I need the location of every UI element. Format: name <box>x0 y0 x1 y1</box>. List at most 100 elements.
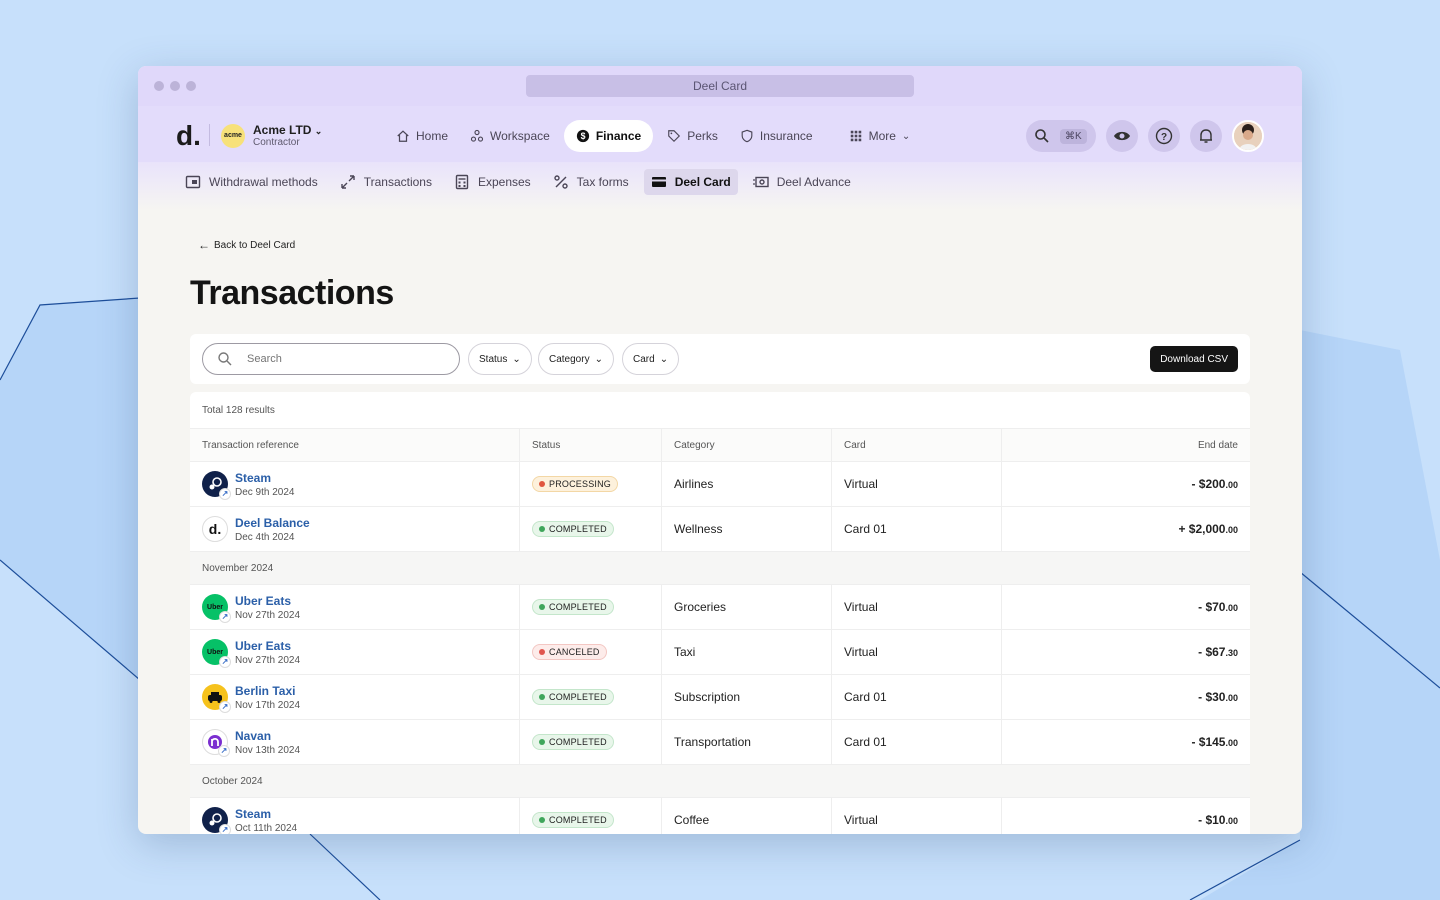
category-cell: Transportation <box>662 720 832 764</box>
subnav-expenses[interactable]: Expenses <box>447 169 538 195</box>
outgoing-arrow-icon: ↗ <box>218 745 230 757</box>
card-filter[interactable]: Card ⌄ <box>622 343 680 375</box>
card-cell: Card 01 <box>832 675 1002 719</box>
privacy-toggle-button[interactable] <box>1106 120 1138 152</box>
deel-balance-logo-icon: d. <box>202 516 228 542</box>
cash-icon <box>752 176 769 188</box>
global-search-button[interactable]: ⌘K <box>1026 120 1096 152</box>
merchant-name[interactable]: Steam <box>235 471 295 485</box>
status-filter[interactable]: Status ⌄ <box>468 343 532 375</box>
uber-eats-logo-icon: Uber ↗ <box>202 594 231 623</box>
table-row[interactable]: ↗ Steam Dec 9th 2024 PROCESSING Airlines … <box>190 462 1250 507</box>
card-cell: Virtual <box>832 462 1002 506</box>
merchant-name[interactable]: Uber Eats <box>235 594 300 608</box>
search-icon <box>1035 129 1049 143</box>
filter-label: Card <box>633 353 655 365</box>
org-role: Contractor <box>253 137 300 148</box>
merchant-name[interactable]: Berlin Taxi <box>235 684 300 698</box>
chevron-down-icon: ⌄ <box>659 353 669 365</box>
amount-cell: - $67.30 <box>1198 645 1238 659</box>
subnav-withdrawal-methods[interactable]: Withdrawal methods <box>178 169 325 195</box>
subnav-label: Transactions <box>363 175 432 189</box>
nav-more-label: More <box>868 129 896 143</box>
subnav-label: Tax forms <box>576 175 629 189</box>
main-nav: Home Workspace $ Finance Perks Insurance… <box>388 120 918 152</box>
category-cell: Taxi <box>662 630 832 674</box>
table-row[interactable]: ↗ Berlin Taxi Nov 17th 2024 COMPLETED Sub… <box>190 675 1250 720</box>
category-cell: Wellness <box>662 507 832 551</box>
user-avatar[interactable] <box>1232 120 1264 152</box>
column-header[interactable]: Status <box>520 429 662 461</box>
merchant-name[interactable]: Deel Balance <box>235 516 310 530</box>
help-button[interactable]: ? <box>1148 120 1180 152</box>
search-field[interactable] <box>202 343 460 375</box>
card-icon <box>651 177 666 187</box>
chevron-down-icon: ⌄ <box>901 130 911 142</box>
nav-perks[interactable]: Perks <box>659 120 726 152</box>
filter-label: Category <box>549 353 590 365</box>
org-switcher[interactable]: Acme LTD ⌄ <box>253 123 322 137</box>
nav-workspace[interactable]: Workspace <box>462 120 558 152</box>
transfer-arrows-icon <box>341 175 355 189</box>
header-tools: ⌘K ? <box>1026 120 1264 152</box>
home-icon <box>397 130 409 142</box>
merchant-name[interactable]: Navan <box>235 729 300 743</box>
download-csv-button[interactable]: Download CSV <box>1150 346 1238 372</box>
chevron-down-icon: ⌄ <box>314 126 323 136</box>
org-logo[interactable]: acme <box>221 124 245 148</box>
column-header[interactable]: End date <box>1002 429 1250 461</box>
nav-more[interactable]: More ⌄ <box>841 120 919 152</box>
subnav-transactions[interactable]: Transactions <box>333 169 439 195</box>
subnav-deel-card[interactable]: Deel Card <box>643 169 738 195</box>
back-link[interactable]: ← Back to Deel Card <box>198 238 295 252</box>
merchant-name[interactable]: Uber Eats <box>235 639 300 653</box>
category-cell: Coffee <box>662 798 832 834</box>
subnav-tax-forms[interactable]: Tax forms <box>546 169 636 195</box>
table-row[interactable]: d. Deel Balance Dec 4th 2024 COMPLETED We… <box>190 507 1250 552</box>
wallet-icon <box>185 175 201 189</box>
grid-icon <box>850 130 861 142</box>
shield-icon <box>741 129 753 143</box>
steam-logo-icon: ↗ <box>202 807 231 834</box>
search-input[interactable] <box>247 353 427 365</box>
category-filter[interactable]: Category ⌄ <box>538 343 614 375</box>
table-row[interactable]: Uber ↗ Uber Eats Nov 27th 2024 COMPLETED G… <box>190 585 1250 630</box>
result-count: Total 128 results <box>190 392 1250 429</box>
card-cell: Virtual <box>832 585 1002 629</box>
status-badge: COMPLETED <box>532 812 614 828</box>
table-row[interactable]: ↗ Navan Nov 13th 2024 COMPLETED Transport… <box>190 720 1250 765</box>
category-cell: Groceries <box>662 585 832 629</box>
transaction-date: Dec 9th 2024 <box>235 486 295 498</box>
svg-text:$: $ <box>580 131 585 141</box>
address-bar[interactable]: Deel Card <box>526 75 914 97</box>
card-cell: Card 01 <box>832 507 1002 551</box>
column-header[interactable]: Category <box>662 429 832 461</box>
status-badge: PROCESSING <box>532 476 619 492</box>
finance-subnav: Withdrawal methods Transactions Expenses… <box>138 162 1302 210</box>
month-group-header: October 2024 <box>190 765 1250 798</box>
transactions-table: Total 128 results Transaction reference … <box>190 392 1250 834</box>
calculator-icon <box>455 174 469 190</box>
nav-insurance[interactable]: Insurance <box>732 120 821 152</box>
amount-cell: - $10.00 <box>1198 813 1238 827</box>
subnav-label: Expenses <box>477 175 531 189</box>
column-header[interactable]: Card <box>832 429 1002 461</box>
notifications-button[interactable] <box>1190 120 1222 152</box>
nav-home-label: Home <box>416 129 449 143</box>
steam-logo-icon: ↗ <box>202 471 231 500</box>
nav-finance[interactable]: $ Finance <box>563 120 654 152</box>
nav-insurance-label: Insurance <box>759 129 813 143</box>
deel-logo[interactable]: d. <box>176 120 201 152</box>
status-badge: COMPLETED <box>532 734 614 750</box>
nav-home[interactable]: Home <box>388 120 456 152</box>
subnav-deel-advance[interactable]: Deel Advance <box>746 169 858 195</box>
table-row[interactable]: Uber ↗ Uber Eats Nov 27th 2024 CANCELED Ta… <box>190 630 1250 675</box>
merchant-name[interactable]: Steam <box>235 807 297 821</box>
filter-label: Status <box>479 353 508 365</box>
uber-eats-logo-icon: Uber ↗ <box>202 639 231 668</box>
column-header[interactable]: Transaction reference <box>190 429 520 461</box>
window-controls[interactable] <box>154 81 196 91</box>
table-row[interactable]: ↗ Steam Oct 11th 2024 COMPLETED Coffee Vi… <box>190 798 1250 834</box>
amount-cell: - $200.00 <box>1191 477 1238 491</box>
page-title: Transactions <box>190 274 394 312</box>
